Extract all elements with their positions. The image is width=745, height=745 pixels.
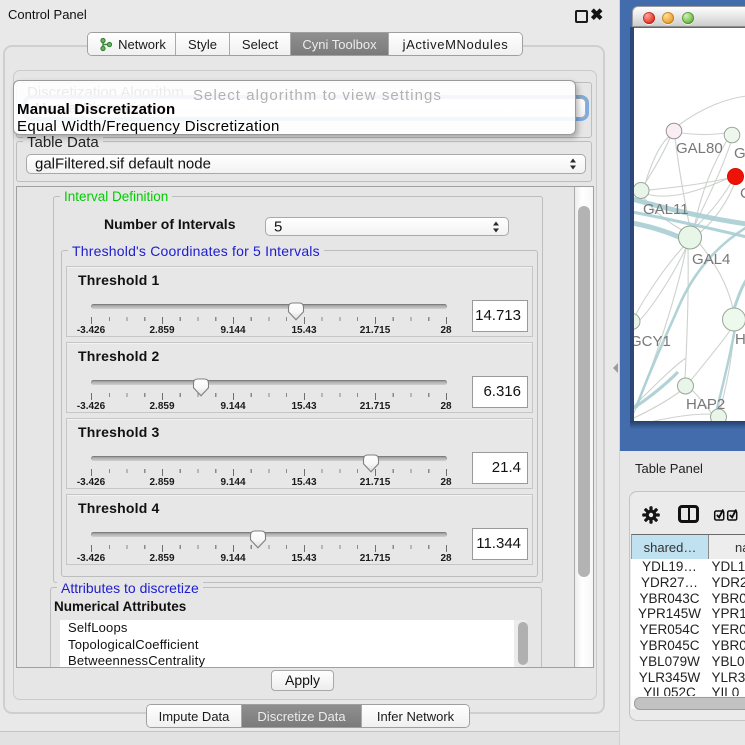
svg-text:C: C	[740, 185, 745, 202]
svg-text:GCY1: GCY1	[634, 333, 671, 350]
svg-text:HAP2: HAP2	[686, 396, 725, 413]
svg-text:GA: GA	[734, 145, 745, 162]
svg-text:GAL80: GAL80	[676, 140, 723, 157]
svg-text:GAL4: GAL4	[692, 251, 730, 268]
svg-text:GAL11: GAL11	[643, 201, 689, 218]
svg-text:H: H	[735, 331, 745, 348]
